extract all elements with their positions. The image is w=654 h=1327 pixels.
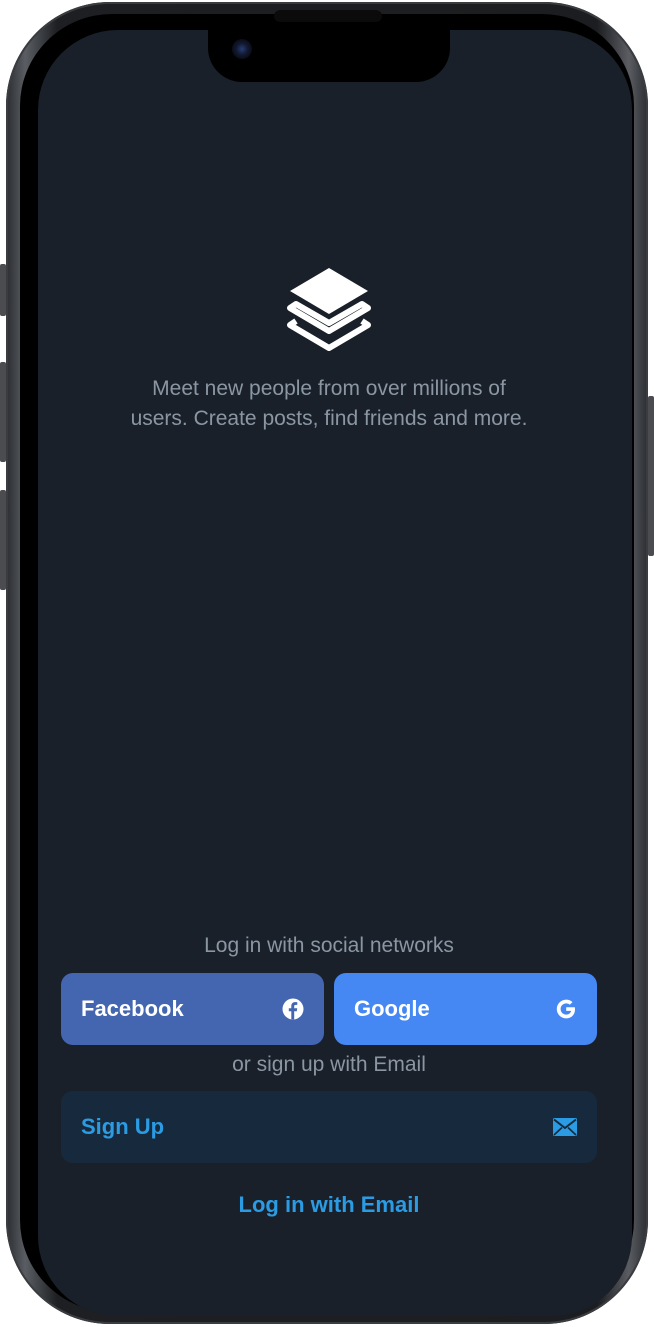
- signup-button-label: Sign Up: [81, 1114, 165, 1139]
- google-login-button[interactable]: Google: [334, 973, 597, 1045]
- stacked-layers-icon: [287, 268, 371, 351]
- envelope-icon: [553, 1118, 577, 1136]
- tagline-line-2: users. Create posts, find friends and mo…: [130, 407, 528, 430]
- facebook-icon: [282, 998, 304, 1020]
- earpiece-speaker: [274, 10, 382, 22]
- signup-button[interactable]: Sign Up: [61, 1091, 597, 1163]
- tagline-line-1: Meet new people from over millions of: [152, 377, 506, 400]
- volume-down-button: [0, 490, 6, 590]
- email-signup-caption: or sign up with Email: [232, 1053, 426, 1076]
- action-button: [0, 264, 6, 316]
- front-camera: [232, 39, 252, 59]
- app-tagline: Meet new people from over millions of us…: [60, 374, 598, 434]
- google-icon: [555, 998, 577, 1020]
- login-with-email-link[interactable]: Log in with Email: [60, 1192, 598, 1218]
- volume-up-button: [0, 362, 6, 462]
- social-login-caption: Log in with social networks: [204, 934, 454, 957]
- facebook-login-button[interactable]: Facebook: [61, 973, 324, 1045]
- facebook-button-label: Facebook: [81, 996, 184, 1021]
- google-button-label: Google: [354, 996, 430, 1021]
- power-button: [648, 396, 654, 556]
